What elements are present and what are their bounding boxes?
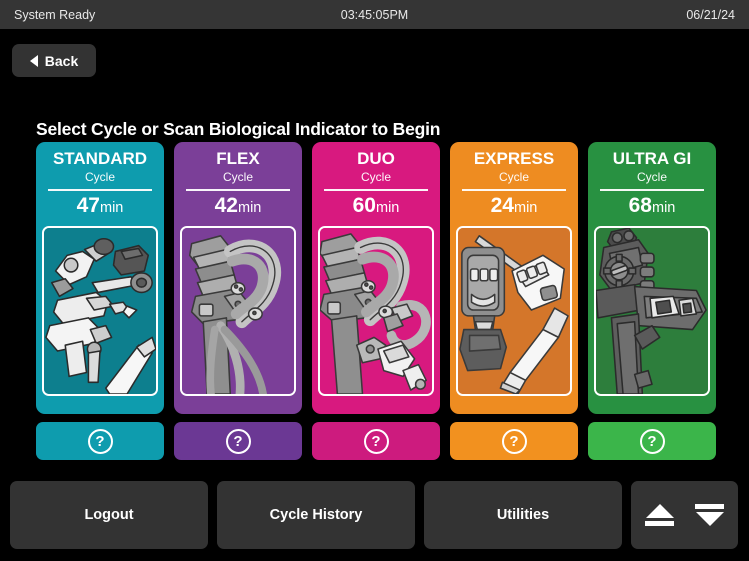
cycle-column-ultra-gi: ULTRA GI Cycle 68min ? xyxy=(588,142,716,462)
divider xyxy=(462,189,566,191)
cycle-column-flex: FLEX Cycle 42min ? xyxy=(174,142,302,462)
help-button-flex[interactable]: ? xyxy=(174,422,302,460)
cycle-duration: 60min xyxy=(353,194,400,220)
question-mark-icon: ? xyxy=(225,428,251,454)
cycle-history-button-label: Cycle History xyxy=(269,507,363,523)
duodenoscope-and-handpiece-illustration xyxy=(318,226,434,396)
question-mark-icon: ? xyxy=(639,428,665,454)
cycle-card-grid: STANDARD Cycle 47min ? FLEX Cycle 42min … xyxy=(36,142,716,462)
bottom-toolbar: Logout Cycle History Utilities xyxy=(10,481,739,549)
date-text: 06/21/24 xyxy=(686,7,735,22)
cycle-card-duo[interactable]: DUO Cycle 60min xyxy=(312,142,440,414)
flexible-endoscope-illustration xyxy=(180,226,296,396)
cycle-subtitle: Cycle xyxy=(636,170,667,184)
battery-handpiece-and-ultrasound-probe-illustration xyxy=(456,226,572,396)
cycle-duration-value: 24 xyxy=(490,194,514,217)
cycle-column-standard: STANDARD Cycle 47min ? xyxy=(36,142,164,462)
cycle-name: STANDARD xyxy=(52,149,148,168)
clock-text: 03:45:05PM xyxy=(340,7,409,22)
divider xyxy=(324,189,428,191)
cycle-column-duo: DUO Cycle 60min ? xyxy=(312,142,440,462)
help-button-express[interactable]: ? xyxy=(450,422,578,460)
question-mark-icon: ? xyxy=(363,428,389,454)
back-button-label: Back xyxy=(44,52,79,69)
cycle-duration-value: 42 xyxy=(214,194,238,217)
cycle-card-standard[interactable]: STANDARD Cycle 47min xyxy=(36,142,164,414)
utilities-button-label: Utilities xyxy=(496,507,550,523)
cycle-duration-unit: min xyxy=(237,200,262,216)
cycle-subtitle: Cycle xyxy=(360,170,391,184)
duodenoscope-control-body-illustration xyxy=(594,226,710,396)
divider xyxy=(600,189,704,191)
back-button[interactable]: Back xyxy=(12,44,96,77)
cycle-name: ULTRA GI xyxy=(612,149,692,168)
cycle-name: DUO xyxy=(357,149,395,168)
cycle-subtitle: Cycle xyxy=(498,170,529,184)
divider xyxy=(48,189,152,191)
cycle-history-button[interactable]: Cycle History xyxy=(217,481,415,549)
logout-button-label: Logout xyxy=(84,507,134,523)
page-title: Select Cycle or Scan Biological Indicato… xyxy=(36,119,441,139)
cycle-card-express[interactable]: EXPRESS Cycle 24min xyxy=(450,142,578,414)
lower-down-icon[interactable] xyxy=(693,500,727,530)
status-bar: System Ready 03:45:05PM 06/21/24 xyxy=(0,0,749,29)
question-mark-icon: ? xyxy=(87,428,113,454)
cycle-duration: 42min xyxy=(215,194,262,220)
cycle-duration: 68min xyxy=(629,194,676,220)
cycle-column-express: EXPRESS Cycle 24min ? xyxy=(450,142,578,462)
cycle-duration-unit: min xyxy=(513,200,538,216)
cycle-selection-screen: System Ready 03:45:05PM 06/21/24 Back Se… xyxy=(0,0,749,561)
question-mark-icon: ? xyxy=(501,428,527,454)
cycle-card-flex[interactable]: FLEX Cycle 42min xyxy=(174,142,302,414)
utilities-button[interactable]: Utilities xyxy=(424,481,622,549)
divider xyxy=(186,189,290,191)
door-control-group xyxy=(631,481,738,549)
cycle-card-ultra-gi[interactable]: ULTRA GI Cycle 68min xyxy=(588,142,716,414)
cycle-subtitle: Cycle xyxy=(84,170,115,184)
cycle-duration-unit: min xyxy=(99,200,124,216)
triangle-left-icon xyxy=(29,54,38,67)
cycle-name: FLEX xyxy=(216,149,260,168)
help-button-ultra-gi[interactable]: ? xyxy=(588,422,716,460)
cycle-duration-unit: min xyxy=(651,200,676,216)
logout-button[interactable]: Logout xyxy=(10,481,208,549)
help-button-duo[interactable]: ? xyxy=(312,422,440,460)
cycle-duration-value: 68 xyxy=(628,194,652,217)
cycle-duration-unit: min xyxy=(375,200,400,216)
cycle-name: EXPRESS xyxy=(473,149,555,168)
rigid-scopes-and-handpieces-illustration xyxy=(42,226,158,396)
cycle-duration: 24min xyxy=(491,194,538,220)
eject-up-icon[interactable] xyxy=(643,500,677,530)
cycle-duration-value: 47 xyxy=(76,194,100,217)
cycle-subtitle: Cycle xyxy=(222,170,253,184)
help-button-standard[interactable]: ? xyxy=(36,422,164,460)
cycle-duration-value: 60 xyxy=(352,194,376,217)
cycle-duration: 47min xyxy=(77,194,124,220)
